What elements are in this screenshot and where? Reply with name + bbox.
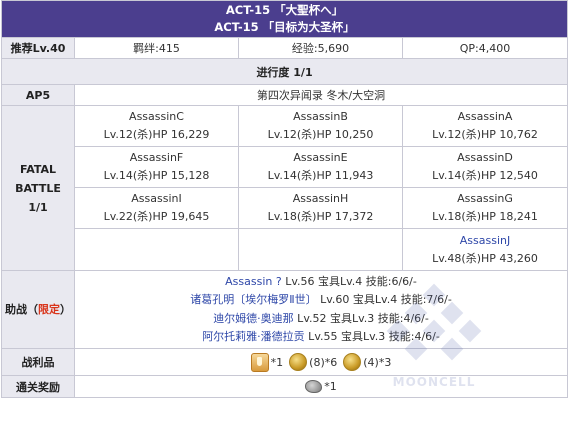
enemy-stats: Lv.12(杀)HP 16,229 [103, 128, 210, 141]
quest-table: ACT-15 「大聖杯へ」 ACT-15 「目标为大圣杯」 推荐Lv.40 羁绊… [0, 0, 568, 398]
enemy-cell: AssassinH Lv.18(杀)HP 17,372 [238, 187, 403, 229]
quest-location: 第四次异闻录 冬木/大空洞 [73, 84, 568, 106]
reward-count: *1 [324, 380, 337, 393]
enemy-cell-empty [74, 228, 239, 271]
qp-value: QP:4,400 [401, 37, 568, 59]
battle-label-2: BATTLE [15, 181, 61, 195]
support-entry: 迪尔姆德·奥迪那 Lv.52 宝具Lv.3 技能:4/6/- [75, 310, 567, 329]
drop-count: (4)*3 [363, 355, 392, 369]
enemy-name: AssassinF [129, 151, 184, 164]
enemy-name: AssassinD [457, 151, 513, 164]
battle-label-3: 1/1 [28, 200, 48, 214]
recommend-level: 推荐Lv.40 [1, 37, 75, 59]
enemy-name: AssassinA [457, 110, 513, 123]
enemy-stats: Lv.18(杀)HP 17,372 [267, 210, 374, 223]
enemy-cell: AssassinF Lv.14(杀)HP 15,128 [74, 146, 239, 188]
battle-row: AssassinF Lv.14(杀)HP 15,128 AssassinE Lv… [2, 146, 568, 188]
drop-item[interactable]: (8)*6 [289, 353, 337, 371]
support-servant-link[interactable]: 迪尔姆德·奥迪那 [213, 312, 294, 325]
progress-label: 进行度 1/1 [0, 58, 568, 85]
enemy-cell: AssassinB Lv.12(杀)HP 10,250 [238, 105, 403, 147]
support-entry: 阿尔托莉雅·潘德拉贡 Lv.55 宝具Lv.3 技能:4/6/- [75, 328, 567, 347]
enemy-name-link[interactable]: AssassinJ [403, 232, 567, 250]
enemy-cell: AssassinD Lv.14(杀)HP 12,540 [401, 146, 568, 188]
enemy-cell: AssassinJ Lv.48(杀)HP 43,260 [401, 228, 568, 271]
gold-coin-icon [289, 353, 308, 371]
battle-row: FATAL BATTLE 1/1 AssassinC Lv.12(杀)HP 16… [1, 105, 568, 271]
header-row: ACT-15 「大聖杯へ」 ACT-15 「目标为大圣杯」 [0, 0, 568, 38]
ap-cost: AP5 [1, 84, 75, 106]
ap-row: AP5 第四次异闻录 冬木/大空洞 [1, 84, 568, 106]
enemy-cell: AssassinI Lv.22(杀)HP 19,645 [74, 187, 239, 229]
enemy-name: AssassinC [129, 110, 184, 123]
reward-item[interactable]: *1 [305, 380, 337, 393]
quest-title: ACT-15 「大聖杯へ」 ACT-15 「目标为大圣杯」 [0, 0, 568, 38]
ore-icon [305, 380, 323, 393]
enemy-cell: AssassinA Lv.12(杀)HP 10,762 [401, 105, 568, 147]
support-entry: 诸葛孔明〔埃尔梅罗Ⅱ世〕 Lv.60 宝具Lv.4 技能:7/6/- [75, 291, 567, 310]
support-label-paren-close: ） [60, 303, 71, 316]
drop-item[interactable]: (4)*3 [343, 353, 391, 371]
support-servant-link[interactable]: Assassin ? [225, 275, 282, 288]
drop-count: *1 [270, 355, 284, 369]
support-servant-link[interactable]: 诸葛孔明〔埃尔梅罗Ⅱ世〕 [190, 293, 316, 306]
support-row: 助战（限定） Assassin ? Lv.56 宝具Lv.4 技能:6/6/- … [1, 270, 568, 349]
enemy-stats: Lv.14(杀)HP 15,128 [103, 169, 210, 182]
clear-reward-label: 通关奖励 [1, 375, 75, 398]
drops-row: 战利品 *1 (8)*6 (4)*3 [1, 348, 568, 376]
enemy-stats: Lv.22(杀)HP 19,645 [103, 210, 210, 223]
exp-value: 经验:5,690 [238, 37, 403, 59]
quest-panel: { "header": { "line1": "ACT-15 「大聖杯へ」", … [0, 0, 568, 425]
enemy-stats: Lv.12(杀)HP 10,250 [267, 128, 374, 141]
progress-row: 进行度 1/1 [0, 58, 568, 85]
support-limited-label: 限定 [38, 303, 60, 316]
support-servant-stats: Lv.52 宝具Lv.3 技能:4/6/- [293, 311, 429, 325]
enemy-cell: AssassinC Lv.12(杀)HP 16,229 [74, 105, 239, 147]
support-servant-link[interactable]: 阿尔托莉雅·潘德拉贡 [202, 330, 305, 343]
quest-title-jp: ACT-15 「大聖杯へ」 [225, 3, 344, 17]
support-servant-stats: Lv.60 宝具Lv.4 技能:7/6/- [316, 293, 452, 306]
support-list: Assassin ? Lv.56 宝具Lv.4 技能:6/6/- 诸葛孔明〔埃尔… [73, 270, 568, 349]
battle-row: AssassinJ Lv.48(杀)HP 43,260 [2, 228, 568, 271]
enemy-stats: Lv.14(杀)HP 11,943 [267, 169, 374, 182]
battle-label-1: FATAL [19, 162, 57, 176]
support-label-paren-open: （ [27, 303, 38, 316]
support-servant-stats: Lv.56 宝具Lv.4 技能:6/6/- [281, 274, 417, 288]
drops-list: *1 (8)*6 (4)*3 [73, 348, 568, 376]
grail-icon [250, 352, 269, 372]
enemy-cell: AssassinG Lv.18(杀)HP 18,241 [401, 187, 568, 229]
clear-reward-list: *1 [73, 375, 568, 398]
drop-count: (8)*6 [309, 355, 338, 369]
enemy-name: AssassinE [293, 151, 348, 164]
enemy-stats: Lv.12(杀)HP 10,762 [432, 128, 538, 141]
battle-row: AssassinI Lv.22(杀)HP 19,645 AssassinH Lv… [2, 187, 568, 229]
support-label-main: 助战 [5, 303, 27, 316]
battle-label: FATAL BATTLE 1/1 [1, 105, 75, 271]
enemy-stats: Lv.18(杀)HP 18,241 [432, 210, 538, 223]
gold-coin-icon [343, 353, 362, 371]
enemy-stats: Lv.48(杀)HP 43,260 [432, 251, 538, 265]
quest-title-cn: ACT-15 「目标为大圣杯」 [214, 20, 355, 34]
support-servant-stats: Lv.55 宝具Lv.3 技能:4/6/- [304, 330, 440, 343]
drops-label: 战利品 [1, 348, 75, 376]
enemy-stats: Lv.14(杀)HP 12,540 [432, 169, 538, 182]
enemy-name: AssassinH [292, 192, 349, 205]
support-label: 助战（限定） [1, 270, 75, 349]
enemy-name: AssassinB [293, 110, 348, 123]
enemy-cell: AssassinE Lv.14(杀)HP 11,943 [238, 146, 403, 188]
drop-item[interactable]: *1 [250, 352, 284, 372]
enemy-name: AssassinG [457, 192, 513, 205]
clear-reward-row: 通关奖励 *1 [1, 375, 568, 398]
bond-value: 羁绊:415 [74, 37, 239, 59]
enemy-cell-empty [238, 228, 403, 271]
support-entry: Assassin ? Lv.56 宝具Lv.4 技能:6/6/- [75, 273, 567, 292]
enemy-name: AssassinI [131, 192, 182, 205]
stats-row: 推荐Lv.40 羁绊:415 经验:5,690 QP:4,400 [1, 37, 568, 59]
